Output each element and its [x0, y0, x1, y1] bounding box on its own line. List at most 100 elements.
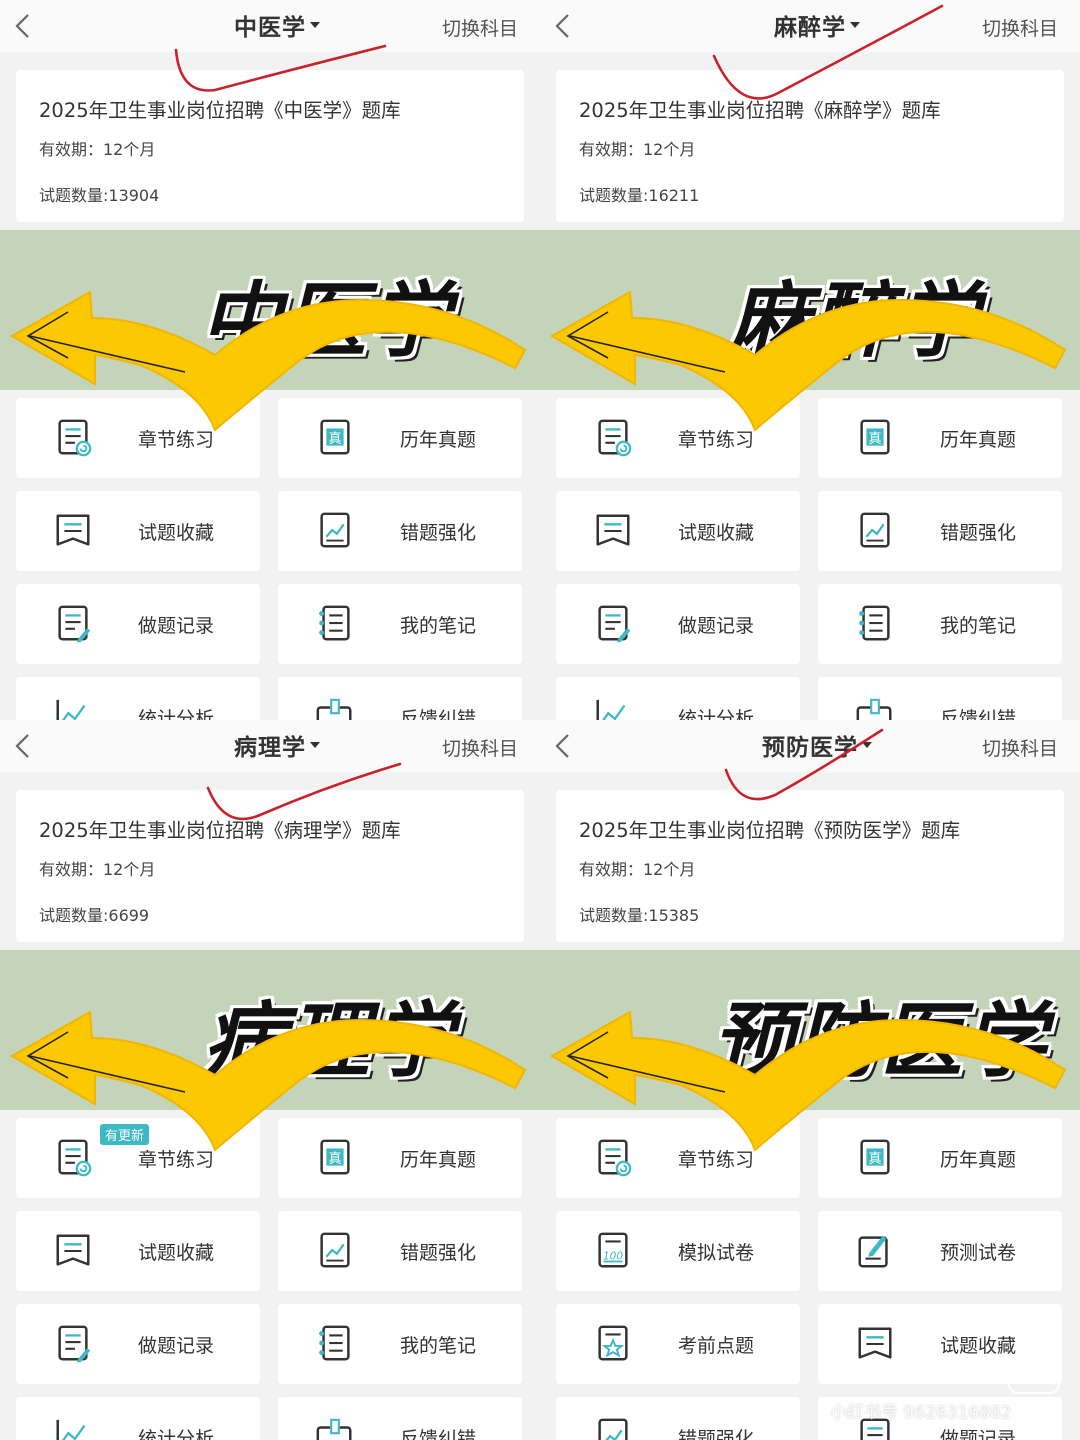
bank-title: 2025年卫生事业岗位招聘《中医学》题库 — [39, 99, 401, 122]
feature-tile[interactable]: 反馈纠错 — [818, 677, 1062, 720]
feature-label: 反馈纠错 — [400, 1428, 477, 1440]
svg-text:真: 真 — [868, 431, 881, 447]
feature-tile[interactable]: 错题强化 — [818, 491, 1062, 571]
feature-label: 历年真题 — [940, 429, 1017, 451]
switch-subject-button[interactable]: 切换科目 — [442, 734, 518, 761]
past-exam-icon: 真 — [320, 1139, 350, 1175]
feature-tile[interactable]: 章节练习 — [556, 398, 800, 478]
question-bank-card[interactable]: 2025年卫生事业岗位招聘《麻醉学》题库 有效期：12个月 试题数量:16211 — [556, 70, 1064, 222]
feedback-icon — [856, 698, 892, 720]
top-nav-bar: 病理学 切换科目 — [0, 720, 540, 772]
chevron-down-icon[interactable] — [310, 742, 320, 748]
feature-tile[interactable]: 我的笔记 — [818, 584, 1062, 664]
feature-tile[interactable]: 我的笔记 — [278, 584, 522, 664]
subject-banner: 麻醉学 — [540, 230, 1080, 390]
feature-tile[interactable]: 试题收藏 — [16, 1211, 260, 1291]
feature-tile[interactable]: 做题记录 — [16, 584, 260, 664]
past-exam-icon: 真 — [860, 1139, 890, 1175]
feature-tile[interactable]: 真 历年真题 — [818, 398, 1062, 478]
watermark-logo: 小红书 — [1008, 1358, 1060, 1394]
feature-tile[interactable]: 真 历年真题 — [818, 1118, 1062, 1198]
subject-panel: 预防医学 切换科目 2025年卫生事业岗位招聘《预防医学》题库 有效期：12个月… — [540, 720, 1080, 1440]
feature-tile[interactable]: 错题强化 — [556, 1397, 800, 1440]
star-tips-icon — [598, 1325, 628, 1361]
feature-label: 章节练习 — [138, 429, 215, 451]
feature-label: 试题收藏 — [940, 1335, 1017, 1357]
feature-tile[interactable]: 统计分析 — [16, 677, 260, 720]
feedback-icon — [316, 698, 352, 720]
feature-label: 试题收藏 — [138, 1242, 215, 1264]
notebook-icon — [319, 1325, 350, 1361]
question-bank-card[interactable]: 2025年卫生事业岗位招聘《预防医学》题库 有效期：12个月 试题数量:1538… — [556, 790, 1064, 942]
mock-exam-icon: 100 — [598, 1232, 628, 1268]
feature-label: 试题收藏 — [138, 522, 215, 544]
switch-subject-button[interactable]: 切换科目 — [982, 734, 1058, 761]
feature-label: 历年真题 — [400, 429, 477, 451]
feature-tile[interactable]: 真 历年真题 — [278, 1118, 522, 1198]
mistake-chart-icon — [320, 512, 350, 548]
feature-label: 章节练习 — [678, 429, 755, 451]
switch-subject-button[interactable]: 切换科目 — [982, 14, 1058, 41]
feature-label: 统计分析 — [678, 708, 755, 720]
feature-label: 错题强化 — [400, 522, 477, 544]
feature-tile[interactable]: 真 历年真题 — [278, 398, 522, 478]
feature-tile[interactable]: 预测试卷 — [818, 1211, 1062, 1291]
feature-label: 历年真题 — [400, 1149, 477, 1171]
feature-tile[interactable]: 章节练习 — [16, 398, 260, 478]
notebook-icon — [859, 605, 890, 641]
feature-tile[interactable]: 反馈纠错 — [278, 677, 522, 720]
validity-text: 有效期：12个月 — [39, 860, 156, 879]
feature-label: 章节练习 — [678, 1149, 755, 1171]
watermark-text: 小红书号 9626316882 — [830, 1403, 1012, 1423]
bookmark-icon — [56, 1234, 90, 1266]
subject-banner: 病理学 — [0, 950, 540, 1110]
subject-panel: 麻醉学 切换科目 2025年卫生事业岗位招聘《麻醉学》题库 有效期：12个月 试… — [540, 0, 1080, 720]
subject-panel: 中医学 切换科目 2025年卫生事业岗位招聘《中医学》题库 有效期：12个月 试… — [0, 0, 540, 720]
feature-label: 我的笔记 — [400, 615, 477, 637]
past-exam-icon: 真 — [320, 419, 350, 455]
mistake-chart-icon — [598, 1418, 628, 1440]
feature-tile[interactable]: 统计分析 — [16, 1397, 260, 1440]
feature-tile[interactable]: 100 模拟试卷 — [556, 1211, 800, 1291]
notebook-icon — [319, 605, 350, 641]
feature-tile[interactable]: 试题收藏 — [556, 491, 800, 571]
svg-text:真: 真 — [328, 431, 341, 447]
stats-icon — [56, 699, 86, 720]
feature-tile[interactable]: 反馈纠错 — [278, 1397, 522, 1440]
feature-label: 反馈纠错 — [400, 708, 477, 720]
feature-tile[interactable]: 做题记录 — [556, 584, 800, 664]
feature-label: 做题记录 — [678, 615, 755, 637]
feature-tile[interactable]: 考前点题 — [556, 1304, 800, 1384]
chevron-down-icon[interactable] — [850, 22, 860, 28]
bank-title: 2025年卫生事业岗位招聘《预防医学》题库 — [579, 819, 961, 842]
bookmark-icon — [56, 514, 90, 546]
feature-tile[interactable]: 试题收藏 — [16, 491, 260, 571]
feature-tile[interactable]: 统计分析 — [556, 677, 800, 720]
banner-subject-text: 预防医学 — [712, 993, 1048, 1089]
feature-label: 我的笔记 — [400, 1335, 477, 1357]
question-bank-card[interactable]: 2025年卫生事业岗位招聘《中医学》题库 有效期：12个月 试题数量:13904 — [16, 70, 524, 222]
question-bank-card[interactable]: 2025年卫生事业岗位招聘《病理学》题库 有效期：12个月 试题数量:6699 — [16, 790, 524, 942]
question-count: 试题数量:13904 — [39, 186, 160, 205]
chevron-down-icon[interactable] — [862, 742, 872, 748]
question-count: 试题数量:6699 — [39, 906, 150, 925]
switch-subject-button[interactable]: 切换科目 — [442, 14, 518, 41]
svg-text:真: 真 — [328, 1151, 341, 1167]
feature-label: 反馈纠错 — [940, 708, 1017, 720]
subject-banner: 中医学 — [0, 230, 540, 390]
feature-label: 统计分析 — [138, 708, 215, 720]
feature-tile[interactable]: 做题记录 — [16, 1304, 260, 1384]
feature-label: 历年真题 — [940, 1149, 1017, 1171]
chevron-down-icon[interactable] — [310, 22, 320, 28]
feature-label: 错题强化 — [678, 1428, 755, 1440]
feature-label: 我的笔记 — [940, 615, 1017, 637]
validity-text: 有效期：12个月 — [579, 140, 696, 159]
feature-tile[interactable]: 我的笔记 — [278, 1304, 522, 1384]
feature-label: 章节练习 — [138, 1149, 215, 1171]
feature-tile[interactable]: 错题强化 — [278, 1211, 522, 1291]
bookmark-icon — [596, 514, 630, 546]
feature-tile[interactable]: 错题强化 — [278, 491, 522, 571]
feature-tile[interactable]: 章节练习 — [556, 1118, 800, 1198]
feature-tile[interactable]: 章节练习 有更新 — [16, 1118, 260, 1198]
question-count: 试题数量:16211 — [579, 186, 700, 205]
